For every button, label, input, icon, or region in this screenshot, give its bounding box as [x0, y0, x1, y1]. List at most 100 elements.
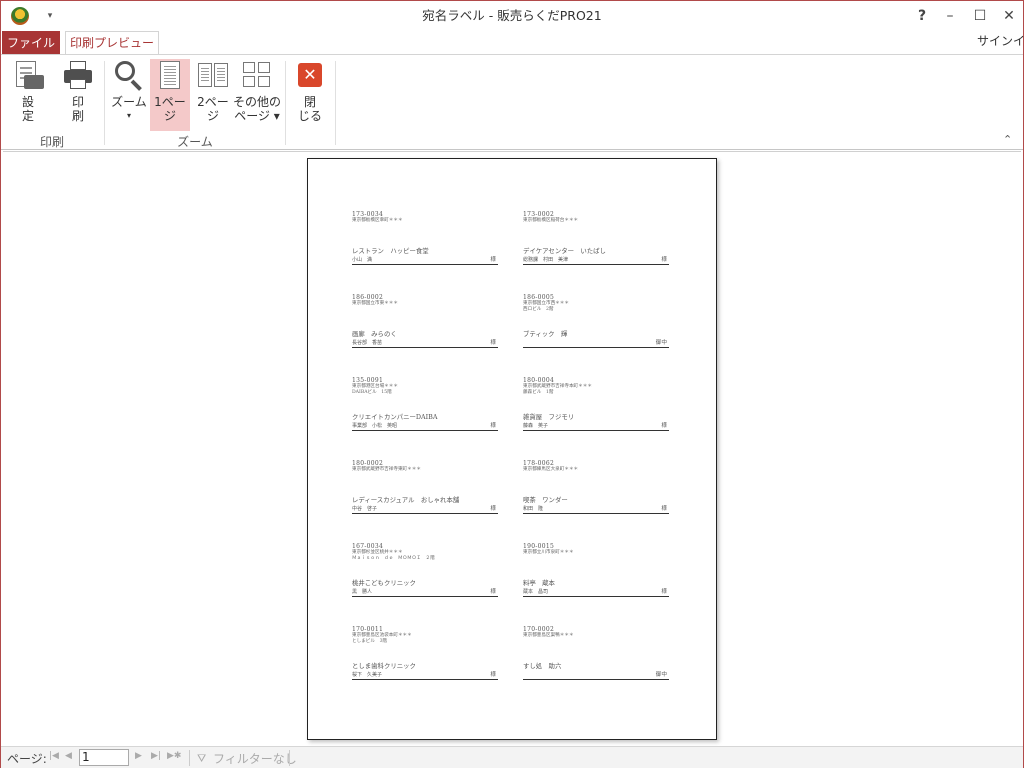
help-button[interactable]: ? — [907, 3, 937, 29]
recipient-person: 黒 勝人 — [352, 589, 373, 595]
recipient-company: レディースカジュアル おしゃれ本舗 — [352, 496, 460, 504]
page-setup-icon — [12, 61, 44, 91]
title-bar: ▾ 宛名ラベル - 販売らくだPRO21 ? – ☐ ✕ — [1, 1, 1023, 31]
recipient-person-line: 黒 勝人 様 — [352, 589, 498, 597]
settings-button[interactable]: 設 定 — [9, 59, 47, 131]
address-line: 東京都武蔵野市吉祥寺東町＊＊＊ — [352, 467, 421, 472]
printer-icon — [62, 61, 94, 91]
recipient-person-line: 中谷 啓子 様 — [352, 506, 498, 514]
recipient-person: 藤森 英子 — [523, 423, 549, 429]
preview-page[interactable]: 173-0034 東京都板橋区幸町＊＊＊ レストラン ハッピー食堂 小山 満様 173-… — [307, 158, 717, 740]
postal-code: 167-0034 — [352, 543, 384, 550]
address-label: 173-0002 東京都板橋区稲荷台＊＊＊ デイケアセンター いたばし 総務課 村田 … — [523, 211, 669, 271]
app-logo-icon[interactable] — [11, 7, 29, 25]
honorific: 様 — [490, 672, 496, 678]
postal-code: 173-0002 — [523, 211, 555, 218]
address-line: 東京都立川市泉町＊＊＊ — [523, 550, 574, 555]
funnel-icon: ⛛ — [197, 752, 207, 765]
single-page-icon — [154, 61, 186, 91]
address-label: 173-0034 東京都板橋区幸町＊＊＊ レストラン ハッピー食堂 小山 満 様 — [352, 211, 498, 271]
postal-code: 173-0034 — [352, 211, 384, 218]
window-title: 宛名ラベル - 販売らくだPRO21 — [422, 8, 602, 23]
recipient-company: レストラン ハッピー食堂 — [352, 247, 429, 255]
recipient-person-line: 桜下 久美子 様 — [352, 672, 498, 680]
honorific: 様 — [490, 340, 496, 346]
address-line: としまビル 3階 — [352, 639, 388, 644]
recipient-company: すし処 助六 — [523, 662, 562, 670]
group-separator — [285, 61, 286, 145]
postal-code: 190-0015 — [523, 543, 555, 550]
filter-status[interactable]: フィルターなし — [213, 750, 297, 767]
magnifier-icon — [113, 61, 145, 91]
close-window-button[interactable]: ✕ — [994, 3, 1024, 29]
group-label-print: 印刷 — [39, 135, 64, 149]
address-label: 170-0002 東京都豊島区巣鴨＊＊＊ すし処 助六御中 — [523, 626, 669, 686]
one-page-button[interactable]: 1ペー ジ — [150, 59, 190, 131]
address-label: 135-0091 東京都港区台場＊＊＊ DAIBAビル 15階 クリエイトカンパニーD… — [352, 377, 498, 437]
two-pages-button[interactable]: 2ペー ジ — [193, 59, 233, 131]
recipient-company: ブティック 輝 — [523, 330, 568, 338]
address-line: 東京都豊島区巣鴨＊＊＊ — [523, 633, 574, 638]
quick-access-dropdown-icon[interactable]: ▾ — [43, 9, 57, 23]
recipient-person: 中谷 啓子 — [352, 506, 378, 512]
first-page-button[interactable]: |◀ — [49, 751, 59, 761]
ribbon: 設 定 印 刷 印刷 ズーム ▾ 1ペー ジ 2ペー ジ その他の ページ ▾ … — [1, 54, 1023, 150]
postal-code: 135-0091 — [352, 377, 384, 384]
postal-code: 180-0004 — [523, 377, 555, 384]
tab-print-preview[interactable]: 印刷プレビュー — [65, 31, 159, 55]
signin-link[interactable]: サインイン — [977, 31, 1024, 51]
group-separator — [335, 61, 336, 145]
address-label: 167-0034 東京都杉並区桃井＊＊＊ Ｍａｉｓｏｎ ｄｅ ＭＯＭＯＩ ２階 桃井こ… — [352, 543, 498, 603]
new-record-button[interactable]: ▶✱ — [167, 751, 181, 761]
more-pages-button[interactable]: その他の ページ ▾ — [233, 59, 281, 131]
honorific: 様 — [490, 257, 496, 263]
recipient-person-line: 御中 — [523, 340, 669, 348]
address-label: 190-0015 東京都立川市泉町＊＊＊ 料亭 蔵本 蔵本 昌司 様 — [523, 543, 669, 603]
recipient-person-line: 御中 — [523, 672, 669, 680]
recipient-company: クリエイトカンパニーDAIBA — [352, 413, 438, 421]
address-label: 170-0011 東京都豊島区池袋本町＊＊＊ としまビル 3階 としま歯科クリニック桜… — [352, 626, 498, 686]
address-line: DAIBAビル 15階 — [352, 390, 392, 395]
status-bar: ページ: |◀ ◀ 1 ▶ ▶| ▶✱ ⛛ フィルターなし — [1, 746, 1023, 768]
honorific: 様 — [490, 589, 496, 595]
next-page-button[interactable]: ▶ — [135, 751, 142, 761]
zoom-button[interactable]: ズーム ▾ — [109, 59, 149, 131]
status-separator — [289, 750, 290, 766]
address-line: 西ロビル 2階 — [523, 307, 554, 312]
recipient-person-line: 小山 満 様 — [352, 257, 498, 265]
recipient-person-line: 事業部 小松 英昭 様 — [352, 423, 498, 431]
postal-code: 170-0002 — [523, 626, 555, 633]
multiple-pages-icon — [241, 61, 273, 91]
page-number-input[interactable]: 1 — [79, 749, 129, 766]
recipient-person-line: 和田 隆 様 — [523, 506, 669, 514]
maximize-button[interactable]: ☐ — [965, 3, 995, 29]
honorific: 様 — [661, 506, 667, 512]
collapse-ribbon-icon[interactable]: ⌃ — [1003, 133, 1012, 146]
postal-code: 170-0011 — [352, 626, 384, 633]
address-line: 藤森ビル 1階 — [523, 390, 554, 395]
recipient-company: 画廊 みらのく — [352, 330, 397, 338]
tab-file[interactable]: ファイル — [2, 31, 60, 55]
honorific: 様 — [661, 589, 667, 595]
last-page-button[interactable]: ▶| — [151, 751, 161, 761]
preview-workspace[interactable]: 173-0034 東京都板橋区幸町＊＊＊ レストラン ハッピー食堂 小山 満様 173-… — [3, 151, 1021, 745]
address-label: 186-0002 東京都国立市東＊＊＊ 画廊 みらのく 長谷部 香苗 様 — [352, 294, 498, 354]
close-preview-button[interactable]: ✕ 閉 じる — [291, 59, 329, 131]
minimize-button[interactable]: – — [935, 3, 965, 29]
prev-page-button[interactable]: ◀ — [65, 751, 72, 761]
honorific: 様 — [661, 423, 667, 429]
honorific: 様 — [490, 423, 496, 429]
address-label: 180-0002 東京都武蔵野市吉祥寺東町＊＊＊ レディースカジュアル おしゃれ本舗… — [352, 460, 498, 520]
honorific: 御中 — [655, 340, 667, 346]
print-button[interactable]: 印 刷 — [59, 59, 97, 131]
page-label: ページ: — [7, 752, 47, 766]
recipient-person: 総務課 村田 美津 — [523, 257, 569, 263]
address-line: 東京都板橋区稲荷台＊＊＊ — [523, 218, 579, 223]
recipient-company: としま歯科クリニック — [352, 662, 416, 670]
address-label: 178-0062 東京都練馬区大泉町＊＊＊ 喫茶 ワンダー 和田 隆 様 — [523, 460, 669, 520]
postal-code: 180-0002 — [352, 460, 384, 467]
postal-code: 178-0062 — [523, 460, 555, 467]
recipient-company: デイケアセンター いたばし — [523, 247, 606, 255]
app-window: ▾ 宛名ラベル - 販売らくだPRO21 ? – ☐ ✕ ファイル 印刷プレビュ… — [0, 0, 1024, 768]
address-line: 東京都国立市東＊＊＊ — [352, 301, 398, 306]
